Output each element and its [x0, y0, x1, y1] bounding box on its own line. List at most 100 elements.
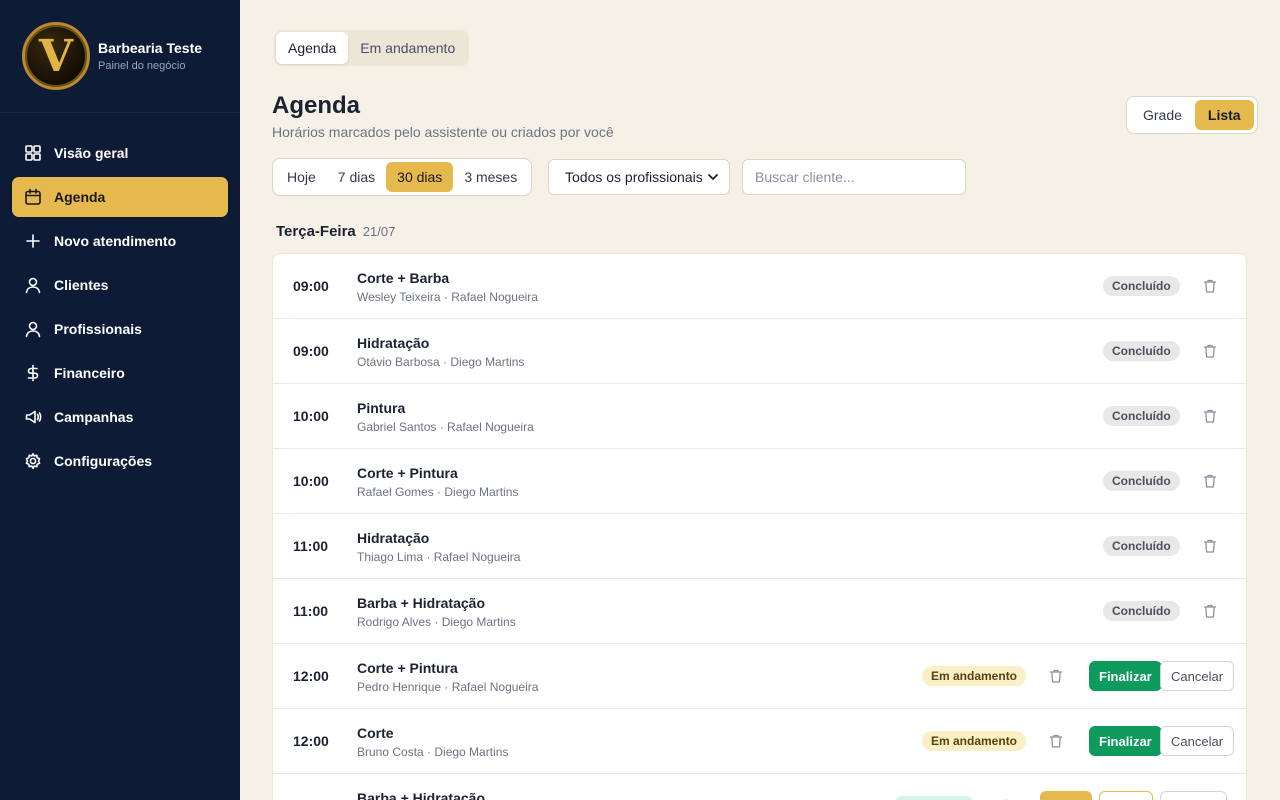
appointment-service: Barba + Hidratação — [357, 595, 485, 611]
tab-agenda[interactable]: Agenda — [276, 32, 349, 64]
brand: V Barbearia Teste Painel do negócio — [0, 0, 240, 113]
appointment-service: Corte + Pintura — [357, 660, 458, 676]
appointment-service: Pintura — [357, 400, 406, 416]
status-badge: Concluído — [1103, 341, 1180, 361]
user-icon — [25, 277, 41, 294]
view-list-button[interactable]: Lista — [1194, 100, 1254, 130]
cancel-button[interactable]: Cancelar — [1160, 661, 1235, 691]
day-header: Terça-Feira 21/07 — [276, 223, 395, 240]
appointment-client-professional: Rodrigo Alves · Diego Martins — [357, 615, 516, 629]
action-button[interactable] — [1099, 791, 1153, 800]
chevron-down-icon — [708, 174, 718, 180]
trash-icon — [1203, 409, 1217, 423]
appointment-service: Barba + Hidratação — [357, 790, 485, 800]
sidebar-item-visao-geral[interactable]: Visão geral — [12, 133, 228, 173]
status-badge: Em andamento — [922, 666, 1027, 686]
appointment-service: Hidratação — [357, 530, 430, 546]
cancel-button[interactable]: Cancelar — [1160, 726, 1235, 756]
search-client-input[interactable] — [742, 159, 966, 195]
appointment-time: 09:00 — [293, 343, 329, 359]
sidebar: V Barbearia Teste Painel do negócio Visã… — [0, 0, 240, 800]
sidebar-item-label: Profissionais — [54, 321, 142, 337]
appointment-client-professional: Pedro Henrique · Rafael Nogueira — [357, 680, 539, 694]
table-row[interactable]: 11:00 Barba + Hidratação Rodrigo Alves · D… — [273, 579, 1246, 644]
page-subtitle: Horários marcados pelo assistente ou cri… — [272, 124, 614, 140]
appointment-service: Corte + Pintura — [357, 465, 458, 481]
table-row[interactable]: 10:00 Corte + Pintura Rafael Gomes · Diego… — [273, 449, 1246, 514]
table-row[interactable]: 11:00 Hidratação Thiago Lima · Rafael Nogu… — [273, 514, 1246, 579]
delete-button[interactable] — [996, 796, 1016, 800]
appointment-client-professional: Otávio Barbosa · Diego Martins — [357, 355, 525, 369]
sidebar-item-label: Configurações — [54, 453, 153, 469]
appointment-service: Corte — [357, 725, 394, 741]
trash-icon — [1203, 279, 1217, 293]
day-date: 21/07 — [362, 224, 396, 239]
delete-button[interactable] — [1200, 536, 1220, 556]
appointment-client-professional: Bruno Costa · Diego Martins — [357, 745, 509, 759]
user-icon — [25, 321, 41, 338]
brand-logo: V — [22, 22, 90, 90]
range-today-button[interactable]: Hoje — [276, 162, 327, 192]
delete-button[interactable] — [1046, 666, 1066, 686]
action-button[interactable] — [1040, 791, 1092, 800]
range-30-days-button[interactable]: 30 dias — [386, 162, 454, 192]
appointment-time: 11:00 — [293, 538, 329, 554]
finalize-button[interactable]: Finalizar — [1089, 661, 1162, 691]
appointment-client-professional: Wesley Teixeira · Rafael Nogueira — [357, 290, 538, 304]
view-toggle: Grade Lista — [1126, 96, 1258, 134]
delete-button[interactable] — [1200, 601, 1220, 621]
status-badge — [893, 796, 975, 800]
tab-em-andamento[interactable]: Em andamento — [348, 32, 467, 64]
sidebar-item-profissionais[interactable]: Profissionais — [12, 309, 228, 349]
top-tabs: Agenda Em andamento — [274, 30, 470, 66]
appointment-client-professional: Gabriel Santos · Rafael Nogueira — [357, 420, 534, 434]
table-row[interactable]: 09:00 Corte + Barba Wesley Teixeira · Rafa… — [273, 254, 1246, 319]
delete-button[interactable] — [1200, 341, 1220, 361]
plus-icon — [26, 234, 40, 248]
table-row[interactable]: 12:00 Corte Bruno Costa · Diego Martins Em … — [273, 709, 1246, 774]
range-7-days-button[interactable]: 7 dias — [327, 162, 386, 192]
sidebar-item-label: Novo atendimento — [54, 233, 177, 249]
sidebar-item-configuracoes[interactable]: Configurações — [12, 441, 228, 481]
professional-select-value: Todos os profissionais — [565, 169, 703, 185]
trash-icon — [1049, 669, 1063, 683]
grid-icon — [25, 145, 41, 161]
cancel-button[interactable] — [1160, 791, 1227, 800]
view-grid-button[interactable]: Grade — [1130, 100, 1195, 130]
table-row[interactable]: 09:00 Hidratação Otávio Barbosa · Diego Ma… — [273, 319, 1246, 384]
sidebar-item-financeiro[interactable]: Financeiro — [12, 353, 228, 393]
appointment-time: 10:00 — [293, 473, 329, 489]
trash-icon — [1203, 539, 1217, 553]
sidebar-item-agenda[interactable]: Agenda — [12, 177, 228, 217]
appointment-time: 12:00 — [293, 668, 329, 684]
status-badge: Concluído — [1103, 536, 1180, 556]
sidebar-item-clientes[interactable]: Clientes — [12, 265, 228, 305]
sidebar-item-novo-atendimento[interactable]: Novo atendimento — [12, 221, 228, 261]
table-row[interactable]: 10:00 Pintura Gabriel Santos · Rafael Nogu… — [273, 384, 1246, 449]
status-badge: Concluído — [1103, 601, 1180, 621]
sidebar-item-label: Agenda — [54, 189, 106, 205]
gear-icon — [25, 453, 41, 469]
appointment-service: Hidratação — [357, 335, 430, 351]
sidebar-item-label: Clientes — [54, 277, 109, 293]
delete-button[interactable] — [1200, 406, 1220, 426]
sidebar-item-campanhas[interactable]: Campanhas — [12, 397, 228, 437]
delete-button[interactable] — [1046, 731, 1066, 751]
status-badge: Em andamento — [922, 731, 1027, 751]
table-row[interactable]: Barba + Hidratação — [273, 774, 1246, 800]
brand-subtitle: Painel do negócio — [98, 60, 186, 72]
appointment-client-professional: Rafael Gomes · Diego Martins — [357, 485, 519, 499]
sidebar-nav: Visão geral Agenda Novo atendimento Cliente… — [0, 113, 240, 481]
trash-icon — [1203, 474, 1217, 488]
finalize-button[interactable]: Finalizar — [1089, 726, 1162, 756]
sidebar-item-label: Financeiro — [54, 365, 125, 381]
delete-button[interactable] — [1200, 276, 1220, 296]
main-content: Agenda Em andamento Agenda Horários marc… — [240, 0, 1280, 800]
range-3-months-button[interactable]: 3 meses — [453, 162, 528, 192]
delete-button[interactable] — [1200, 471, 1220, 491]
appointment-client-professional: Thiago Lima · Rafael Nogueira — [357, 550, 521, 564]
status-badge: Concluído — [1103, 276, 1180, 296]
appointment-time: 10:00 — [293, 408, 329, 424]
table-row[interactable]: 12:00 Corte + Pintura Pedro Henrique · Raf… — [273, 644, 1246, 709]
professional-select[interactable]: Todos os profissionais — [548, 159, 730, 195]
